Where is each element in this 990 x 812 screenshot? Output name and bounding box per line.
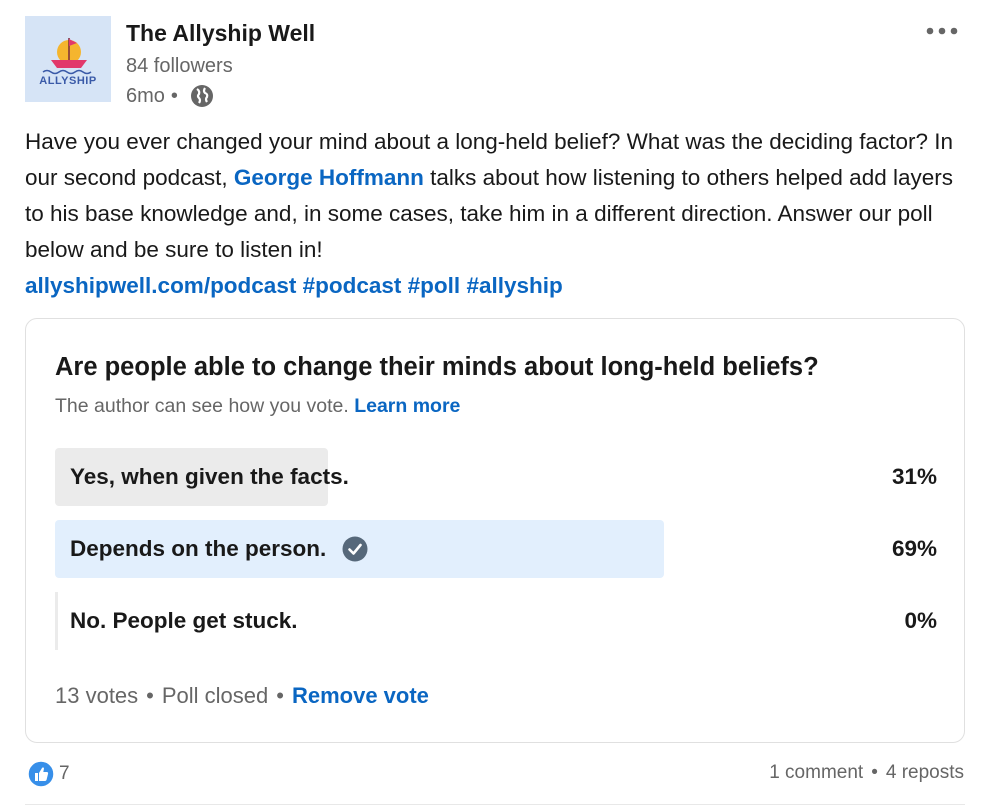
like-icon: [27, 760, 55, 788]
post-time: 6mo: [126, 84, 165, 107]
repost-count[interactable]: 4 reposts: [886, 762, 964, 784]
poll-option-percent: 69%: [891, 536, 937, 561]
vote-count: 13 votes: [55, 683, 139, 708]
author-name[interactable]: The Allyship Well: [126, 20, 315, 47]
comment-count[interactable]: 1 comment: [769, 762, 863, 784]
mention-link[interactable]: George Hoffmann: [234, 165, 424, 190]
checkmark-icon: [342, 536, 368, 562]
hashtag-link[interactable]: #allyship: [466, 273, 562, 298]
poll-visibility-note: The author can see how you vote. Learn m…: [55, 395, 460, 418]
poll-option-label: No. People get stuck.: [70, 608, 298, 633]
poll-option-label: Depends on the person.: [70, 520, 368, 578]
hashtag-link[interactable]: #poll: [408, 273, 461, 298]
post-text: Have you ever changed your mind about a …: [25, 124, 965, 304]
poll-option-bar: [55, 592, 58, 650]
ellipsis-icon: [926, 27, 958, 35]
poll-card: Are people able to change their minds ab…: [25, 318, 965, 743]
footer-separator: •: [146, 683, 154, 708]
reaction-summary[interactable]: 7: [27, 760, 70, 788]
poll-footer: 13 votes • Poll closed • Remove vote: [55, 683, 429, 709]
globe-icon: [190, 85, 213, 107]
poll-question: Are people able to change their minds ab…: [55, 353, 819, 381]
follower-count: 84 followers: [126, 55, 233, 77]
poll-option-percent: 0%: [904, 608, 937, 633]
allyship-logo-icon: ALLYSHIP: [25, 16, 111, 102]
social-separator: •: [871, 762, 878, 783]
poll-option-text: Depends on the person.: [70, 536, 327, 561]
remove-vote-button[interactable]: Remove vote: [292, 683, 429, 709]
poll-option: No. People get stuck. 0%: [55, 592, 937, 650]
divider: [25, 804, 965, 805]
poll-status: Poll closed: [161, 683, 269, 708]
poll-option-percent: 31%: [891, 464, 937, 489]
more-options-button[interactable]: [922, 18, 962, 44]
learn-more-link[interactable]: Learn more: [354, 395, 460, 417]
social-counts: 1 comment • 4 reposts: [769, 762, 964, 784]
company-logo[interactable]: ALLYSHIP: [25, 16, 111, 102]
poll-option: Yes, when given the facts. 31%: [55, 448, 937, 506]
poll-option-label: Yes, when given the facts.: [70, 464, 349, 489]
hashtag-link[interactable]: #podcast: [303, 273, 402, 298]
footer-separator: •: [276, 683, 284, 708]
podcast-link[interactable]: allyshipwell.com/podcast: [25, 273, 296, 298]
meta-separator: •: [170, 84, 178, 107]
poll-note-text: The author can see how you vote.: [55, 395, 349, 417]
feed-post: ALLYSHIP The Allyship Well 84 followers …: [0, 0, 990, 812]
avatar-text: ALLYSHIP: [39, 75, 96, 87]
reaction-count: 7: [59, 763, 70, 784]
post-meta: 6mo •: [126, 84, 214, 108]
poll-option: Depends on the person. 69%: [55, 520, 937, 578]
